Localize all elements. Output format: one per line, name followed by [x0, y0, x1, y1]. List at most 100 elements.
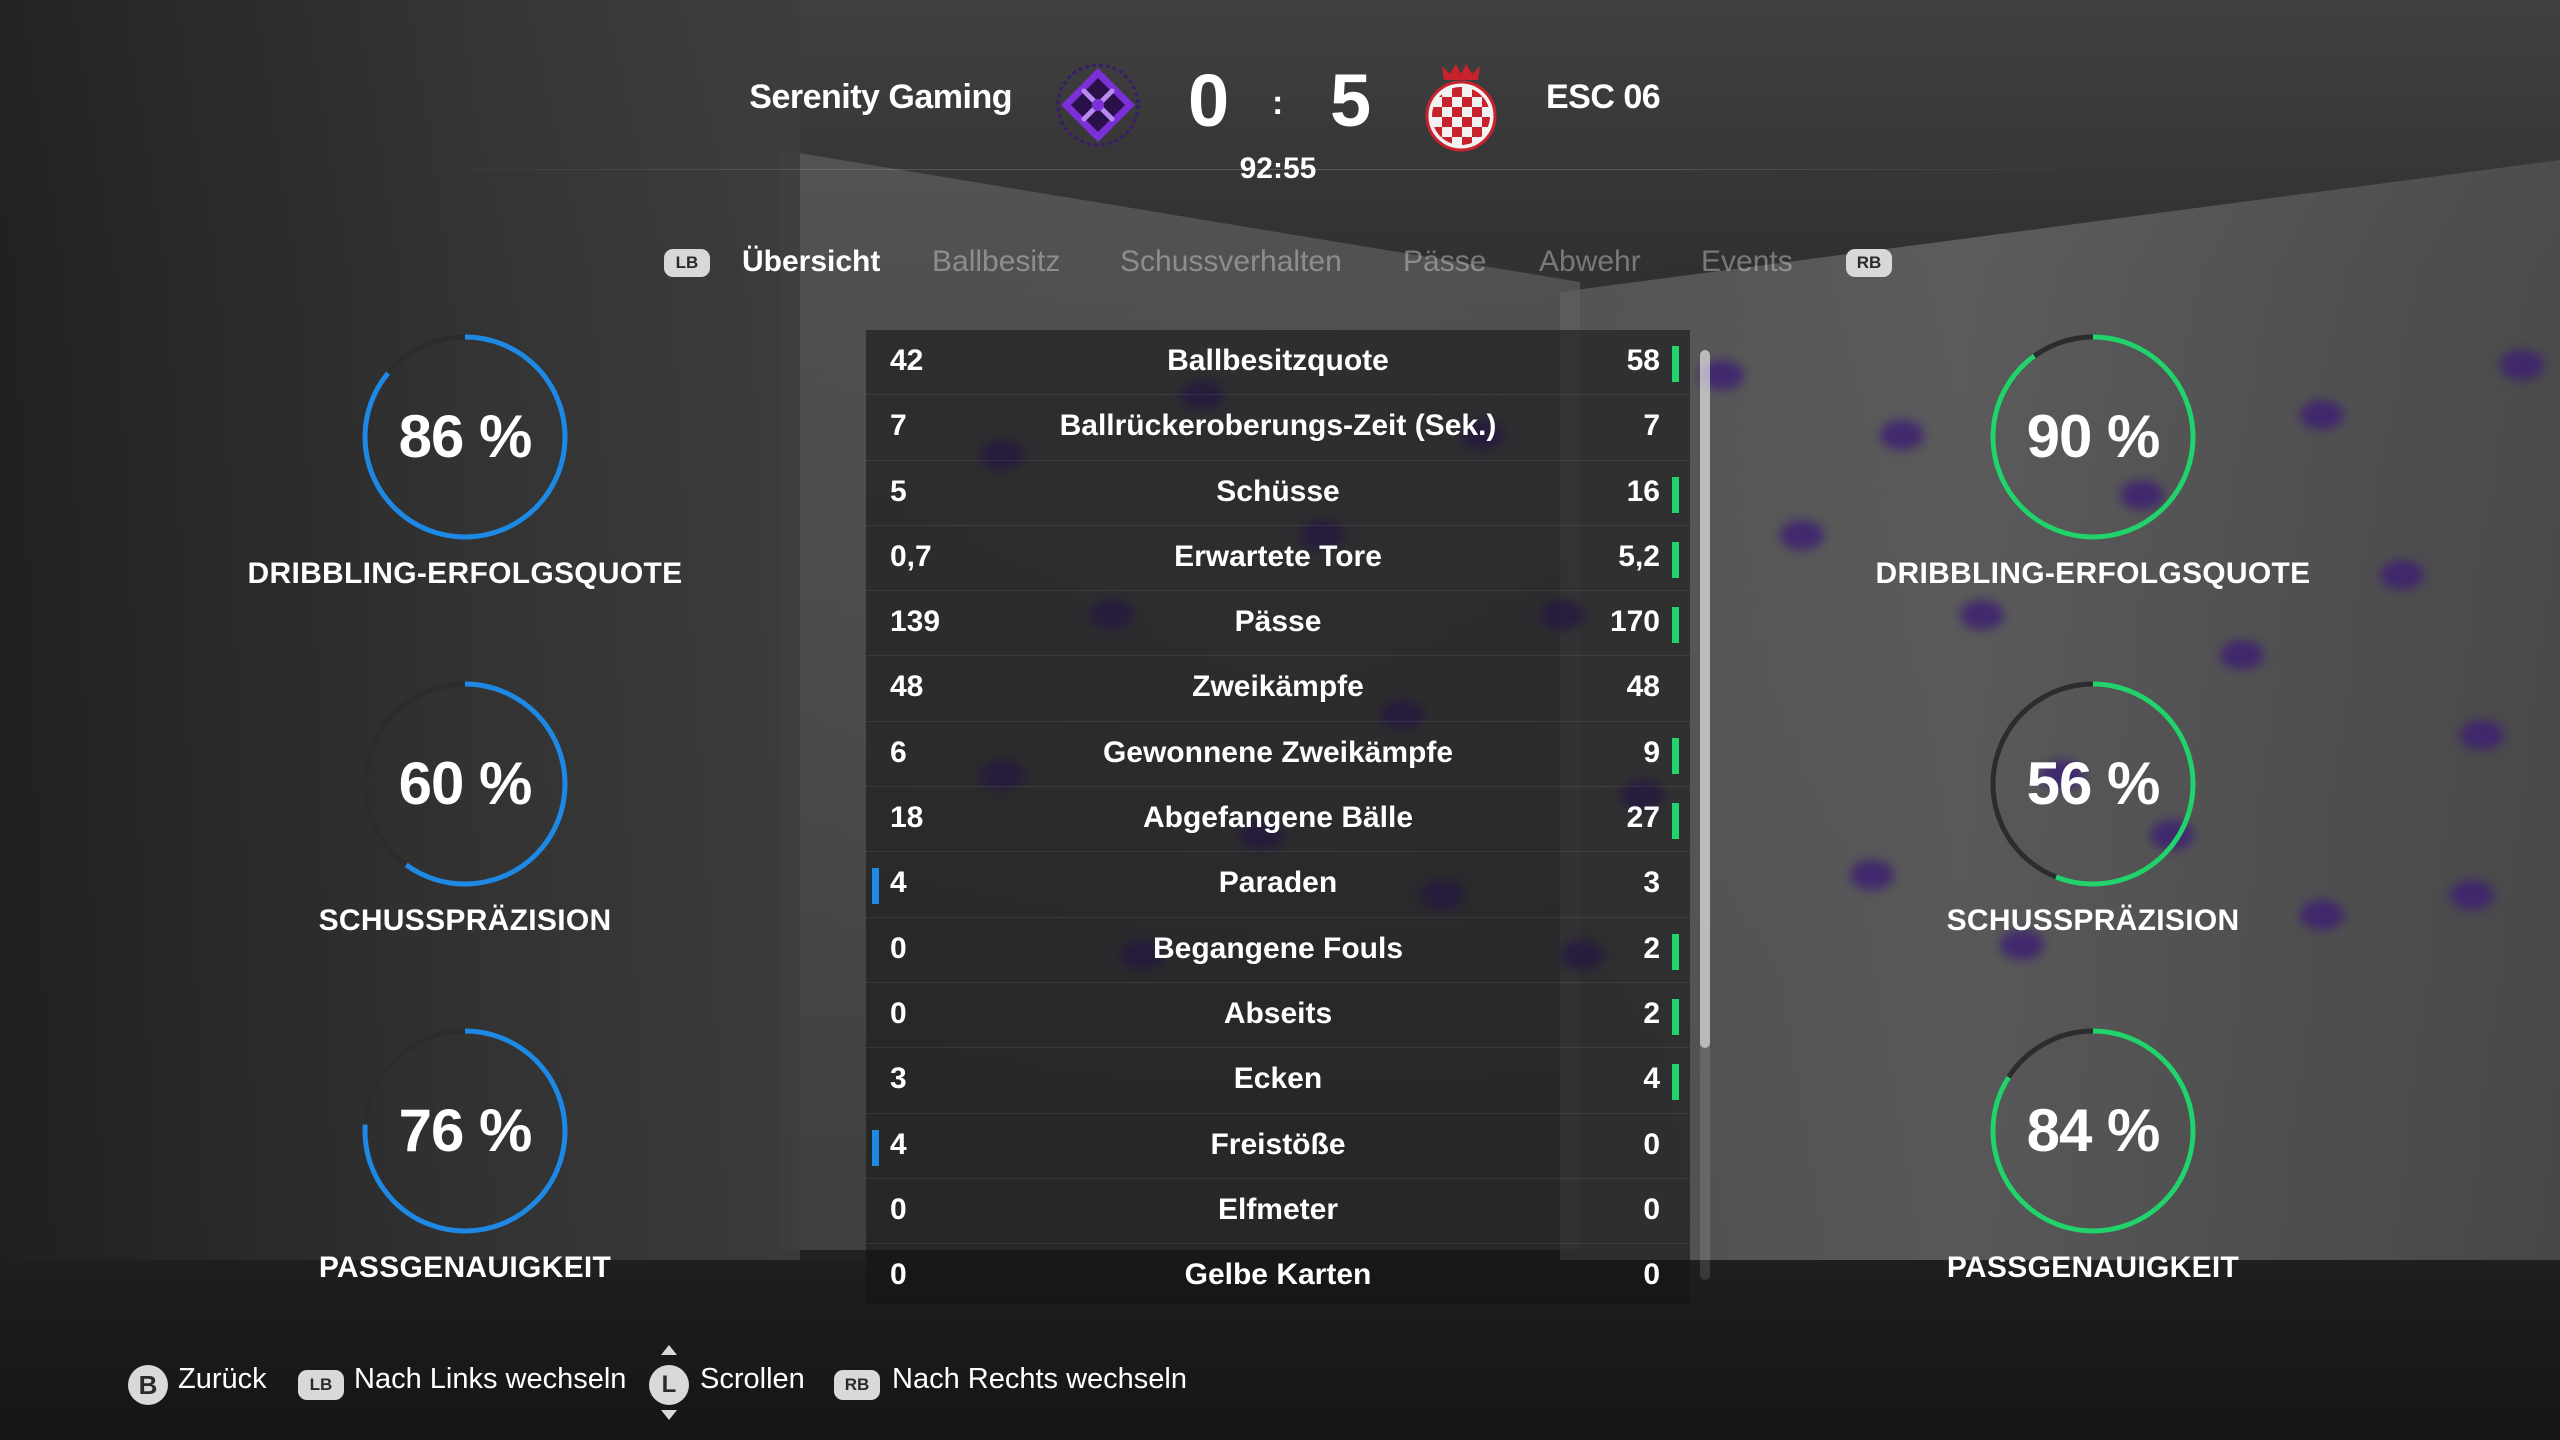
stat-row: 48 Zweikämpfe 48 [866, 656, 1690, 722]
stick-up-arrow-icon [661, 1345, 677, 1355]
gauge-value: 84 % [2026, 1097, 2161, 1164]
away-lead-bar [1672, 933, 1679, 970]
gauge-value: 90 % [2026, 403, 2161, 470]
away-stat-value: 0 [1643, 1127, 1660, 1161]
stick-down-arrow-icon [661, 1410, 677, 1420]
scroll-hint-label[interactable]: Scrollen [700, 1363, 805, 1396]
stat-row: 4 Freistöße 0 [866, 1113, 1690, 1179]
stat-name: Erwartete Tore [1174, 539, 1382, 573]
away-stat-value: 0 [1643, 1192, 1660, 1226]
stat-name: Ballbesitzquote [1167, 344, 1389, 377]
rb-hint-button-icon[interactable]: RB [834, 1370, 880, 1400]
stat-row: 3 Ecken 4 [866, 1048, 1690, 1114]
home-gauge-schusspräzision: 60 % [355, 674, 575, 894]
switch-left-hint-label[interactable]: Nach Links wechseln [354, 1363, 626, 1396]
away-lead-bar [1672, 803, 1679, 840]
stat-name: Zweikämpfe [1192, 670, 1364, 704]
stat-name: Pässe [1234, 605, 1322, 639]
gauge-label: DRIBBLING-ERFOLGSQUOTE [1875, 557, 2311, 590]
stat-row: 42 Ballbesitzquote 58 [866, 330, 1690, 396]
away-stat-value: 7 [1643, 409, 1660, 443]
stat-name: Gewonnene Zweikämpfe [1102, 735, 1454, 769]
stat-name: Schüsse [1216, 474, 1340, 508]
stats-table[interactable]: 4 2 Ballbesitzquote 58 7 Ballrückeroberungs-Z… [866, 330, 1690, 1304]
back-hint-label[interactable]: Zurück [178, 1363, 267, 1396]
away-lead-bar [1672, 476, 1679, 513]
away-stat-value: 9 [1643, 735, 1660, 769]
away-gauge-schusspräzision: 56 % [1983, 674, 2203, 894]
stat-name: Elfmeter [1217, 1192, 1339, 1226]
stats-tab-bar: LB Übersicht Ballbesitz Schussverhalten … [0, 245, 2560, 285]
left-stick-icon[interactable]: L [649, 1365, 689, 1405]
gauge-label: SCHUSSPRÄZISION [318, 904, 612, 937]
away-team-name: ESC 06 [1546, 78, 1661, 116]
stat-name: Gelbe Karten [1184, 1258, 1372, 1292]
stat-row: 0 Elfmeter 0 [866, 1178, 1690, 1245]
stat-row: 4 Paraden 3 [866, 852, 1690, 918]
away-lead-bar [1672, 1064, 1679, 1101]
away-stat-value: 0 [1643, 1258, 1660, 1292]
gauge-label: DRIBBLING-ERFOLGSQUOTE [247, 557, 683, 590]
stat-name: Freistöße [1210, 1127, 1346, 1161]
tab-events[interactable]: Events [1701, 245, 1793, 279]
score-separator: : [1272, 84, 1284, 122]
gauge-label: SCHUSSPRÄZISION [1946, 904, 2240, 937]
tab-ballbesitz[interactable]: Ballbesitz [932, 245, 1060, 279]
away-lead-bar [1672, 737, 1679, 774]
stats-scrollbar[interactable] [1700, 350, 1710, 1280]
stat-name: Abgefangene Bälle [1142, 801, 1414, 835]
away-lead-bar [1672, 998, 1679, 1035]
away-stat-value: 27 [1626, 801, 1660, 835]
lb-button-icon[interactable]: LB [664, 249, 710, 277]
away-score: 5 [1330, 59, 1372, 142]
stat-name: Begangene Fouls [1152, 931, 1404, 965]
stat-row: 5 Schüsse 16 [866, 460, 1690, 526]
switch-right-hint-label[interactable]: Nach Rechts wechseln [892, 1363, 1187, 1396]
away-stat-value: 170 [1609, 605, 1660, 639]
stat-name: Ecken [1233, 1062, 1323, 1096]
away-stat-value: 5,2 [1618, 539, 1660, 573]
b-button-icon[interactable]: B [128, 1365, 168, 1405]
stat-name: Ballrückeroberungs-Zeit (Sek.) [1059, 409, 1497, 443]
stat-row: 0 Abseits 2 [866, 982, 1690, 1049]
gauge-value: 86 % [398, 403, 533, 470]
away-gauge-dribbling-erfolgsquote: 90 % [1983, 327, 2203, 547]
gauge-label: PASSGENAUIGKEIT [1946, 1251, 2240, 1284]
away-lead-bar [1672, 607, 1679, 644]
away-stat-value: 48 [1626, 670, 1660, 704]
stat-row: 7 Ballrückeroberungs-Zeit (Sek.) 7 [866, 395, 1690, 461]
away-stat-value: 2 [1643, 996, 1660, 1030]
tab-paesse[interactable]: Pässe [1403, 245, 1486, 279]
esc06-crest-icon [1425, 64, 1497, 152]
stat-row: 6 Gewonnene Zweikämpfe 9 [866, 721, 1690, 788]
stat-row: 139 Pässe 170 [866, 591, 1690, 657]
away-stat-value: 16 [1626, 474, 1660, 508]
tab-abwehr[interactable]: Abwehr [1539, 245, 1641, 279]
stat-name: Abseits [1223, 996, 1333, 1030]
away-gauge-passgenauigkeit: 84 % [1983, 1021, 2203, 1241]
home-score: 0 [1188, 59, 1230, 142]
stat-row: 18 Abgefangene Bälle 27 [866, 787, 1690, 853]
away-stat-value: 3 [1643, 866, 1660, 900]
away-stat-value: 4 [1643, 1062, 1660, 1096]
gauge-value: 76 % [398, 1097, 533, 1164]
match-clock: 92:55 [1239, 152, 1317, 185]
lb-hint-button-icon[interactable]: LB [298, 1370, 344, 1400]
button-hint-bar: B Zurück LB Nach Links wechseln L Scroll… [0, 1345, 2560, 1420]
serenity-gaming-crest-icon [1056, 63, 1140, 147]
stat-row: 0 Begangene Fouls 2 [866, 917, 1690, 983]
rb-button-icon[interactable]: RB [1846, 249, 1892, 277]
stat-name: Paraden [1218, 866, 1338, 900]
stat-row: 0,7 Erwartete Tore 5,2 [866, 525, 1690, 592]
tab-schussverhalten[interactable]: Schussverhalten [1120, 245, 1342, 279]
away-stat-value: 2 [1643, 931, 1660, 965]
scrollbar-thumb[interactable] [1700, 350, 1710, 1048]
away-lead-bar [1672, 541, 1679, 578]
gauge-label: PASSGENAUIGKEIT [318, 1251, 612, 1284]
home-team-name: Serenity Gaming [749, 78, 1012, 116]
stat-row: 0 Gelbe Karten 0 [866, 1244, 1690, 1304]
away-lead-bar [1672, 346, 1679, 382]
home-gauge-passgenauigkeit: 76 % [355, 1021, 575, 1241]
tab-uebersicht[interactable]: Übersicht [742, 245, 880, 279]
gauge-value: 60 % [398, 750, 533, 817]
